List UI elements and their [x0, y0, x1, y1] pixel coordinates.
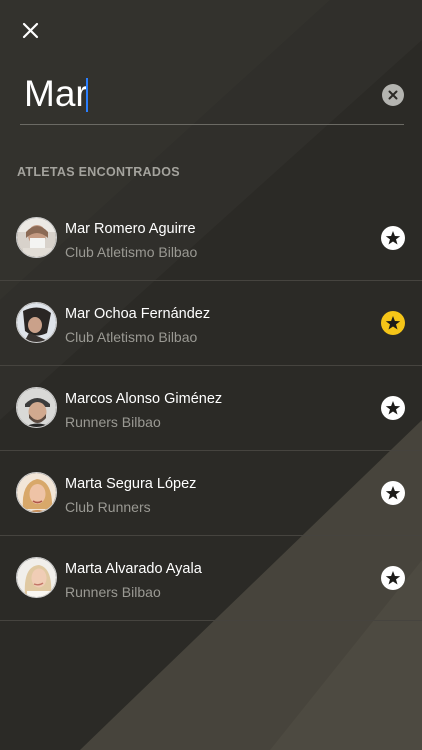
favorite-button[interactable]: [381, 396, 405, 420]
athlete-name: Marcos Alonso Giménez: [65, 391, 223, 407]
athlete-name: Marta Segura López: [65, 476, 197, 492]
section-title: ATLETAS ENCONTRADOS: [17, 165, 180, 179]
search-screen: ATLETAS ENCONTRADOS Mar Romero Aguirre C…: [0, 0, 422, 750]
close-icon: [22, 22, 39, 39]
text-cursor: [86, 78, 88, 112]
favorite-button[interactable]: [381, 566, 405, 590]
athlete-row[interactable]: Mar Ochoa Fernández Club Atletismo Bilba…: [0, 281, 422, 366]
clear-search-icon: [388, 90, 398, 100]
star-icon: [385, 571, 401, 585]
search-input[interactable]: [24, 72, 364, 116]
athlete-row[interactable]: Marta Segura López Club Runners: [0, 451, 422, 536]
athlete-name: Mar Romero Aguirre: [65, 221, 196, 237]
athlete-club: Club Atletismo Bilbao: [65, 329, 198, 345]
athlete-row[interactable]: Mar Romero Aguirre Club Atletismo Bilbao: [0, 196, 422, 281]
athlete-club: Club Runners: [65, 499, 151, 515]
close-button[interactable]: [18, 18, 44, 44]
avatar: [16, 217, 57, 258]
avatar: [16, 557, 57, 598]
athlete-club: Club Atletismo Bilbao: [65, 244, 198, 260]
athlete-club: Runners Bilbao: [65, 414, 161, 430]
favorite-button[interactable]: [381, 311, 405, 335]
clear-search-button[interactable]: [382, 84, 404, 106]
avatar: [16, 472, 57, 513]
athlete-row[interactable]: Marcos Alonso Giménez Runners Bilbao: [0, 366, 422, 451]
star-icon: [385, 316, 401, 330]
athlete-name: Mar Ochoa Fernández: [65, 306, 211, 322]
star-icon: [385, 486, 401, 500]
star-icon: [385, 231, 401, 245]
favorite-button[interactable]: [381, 226, 405, 250]
athlete-club: Runners Bilbao: [65, 584, 161, 600]
athlete-row[interactable]: Marta Alvarado Ayala Runners Bilbao: [0, 536, 422, 621]
favorite-button[interactable]: [381, 481, 405, 505]
search-bar: [20, 64, 404, 125]
avatar: [16, 302, 57, 343]
athlete-list: Mar Romero Aguirre Club Atletismo Bilbao…: [0, 196, 422, 621]
athlete-name: Marta Alvarado Ayala: [65, 561, 202, 577]
avatar: [16, 387, 57, 428]
star-icon: [385, 401, 401, 415]
